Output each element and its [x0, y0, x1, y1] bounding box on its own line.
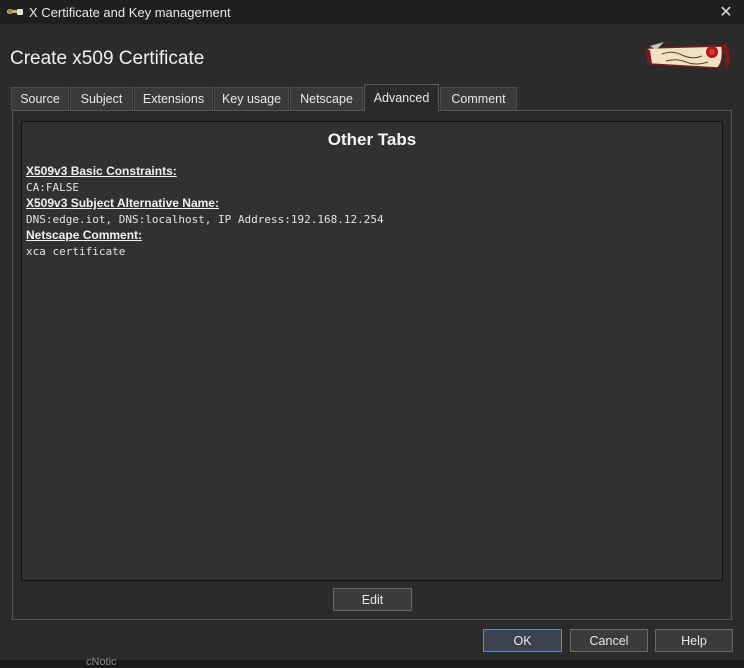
- extension-value: xca certificate: [26, 245, 126, 258]
- tab-label: Source: [20, 92, 60, 106]
- dialog-window: X Certificate and Key management ✕ Creat…: [0, 0, 744, 668]
- extension-title: Netscape Comment:: [26, 228, 143, 242]
- tab-netscape[interactable]: Netscape: [290, 87, 363, 110]
- content-heading: Other Tabs: [327, 130, 417, 149]
- cancel-button[interactable]: Cancel: [570, 629, 648, 652]
- extension-value: DNS:edge.iot, DNS:localhost, IP Address:…: [26, 213, 384, 226]
- tab-key-usage[interactable]: Key usage: [214, 87, 289, 110]
- xca-logo-icon: [644, 42, 730, 69]
- tab-label: Key usage: [221, 92, 282, 106]
- extension-title: X509v3 Subject Alternative Name:: [26, 196, 219, 210]
- close-icon: ✕: [719, 4, 733, 21]
- extension-title: X509v3 Basic Constraints:: [26, 164, 177, 178]
- background-window-text: cNotic: [86, 656, 117, 668]
- dialog-heading: Create x509 Certificate: [10, 48, 205, 69]
- tab-extensions[interactable]: Extensions: [134, 87, 213, 110]
- tab-comment[interactable]: Comment: [440, 87, 517, 110]
- tab-source[interactable]: Source: [11, 87, 69, 110]
- close-button[interactable]: ✕: [708, 0, 744, 24]
- extensions-text-view[interactable]: Other Tabs X509v3 Basic Constraints: CA:…: [21, 121, 723, 581]
- window-title: X Certificate and Key management: [29, 5, 231, 20]
- help-button[interactable]: Help: [655, 629, 733, 652]
- edit-button[interactable]: Edit: [333, 588, 412, 611]
- extension-value: CA:FALSE: [26, 181, 79, 194]
- title-bar: X Certificate and Key management ✕: [0, 0, 744, 24]
- tab-label: Extensions: [142, 92, 205, 106]
- tab-advanced[interactable]: Advanced: [364, 84, 439, 111]
- tab-label: Subject: [80, 92, 123, 106]
- tab-label: Comment: [451, 92, 506, 106]
- tab-label: Advanced: [373, 91, 430, 105]
- tab-subject[interactable]: Subject: [70, 87, 133, 110]
- key-icon: [7, 9, 23, 15]
- ok-button[interactable]: OK: [483, 629, 562, 652]
- tab-label: Netscape: [300, 92, 353, 106]
